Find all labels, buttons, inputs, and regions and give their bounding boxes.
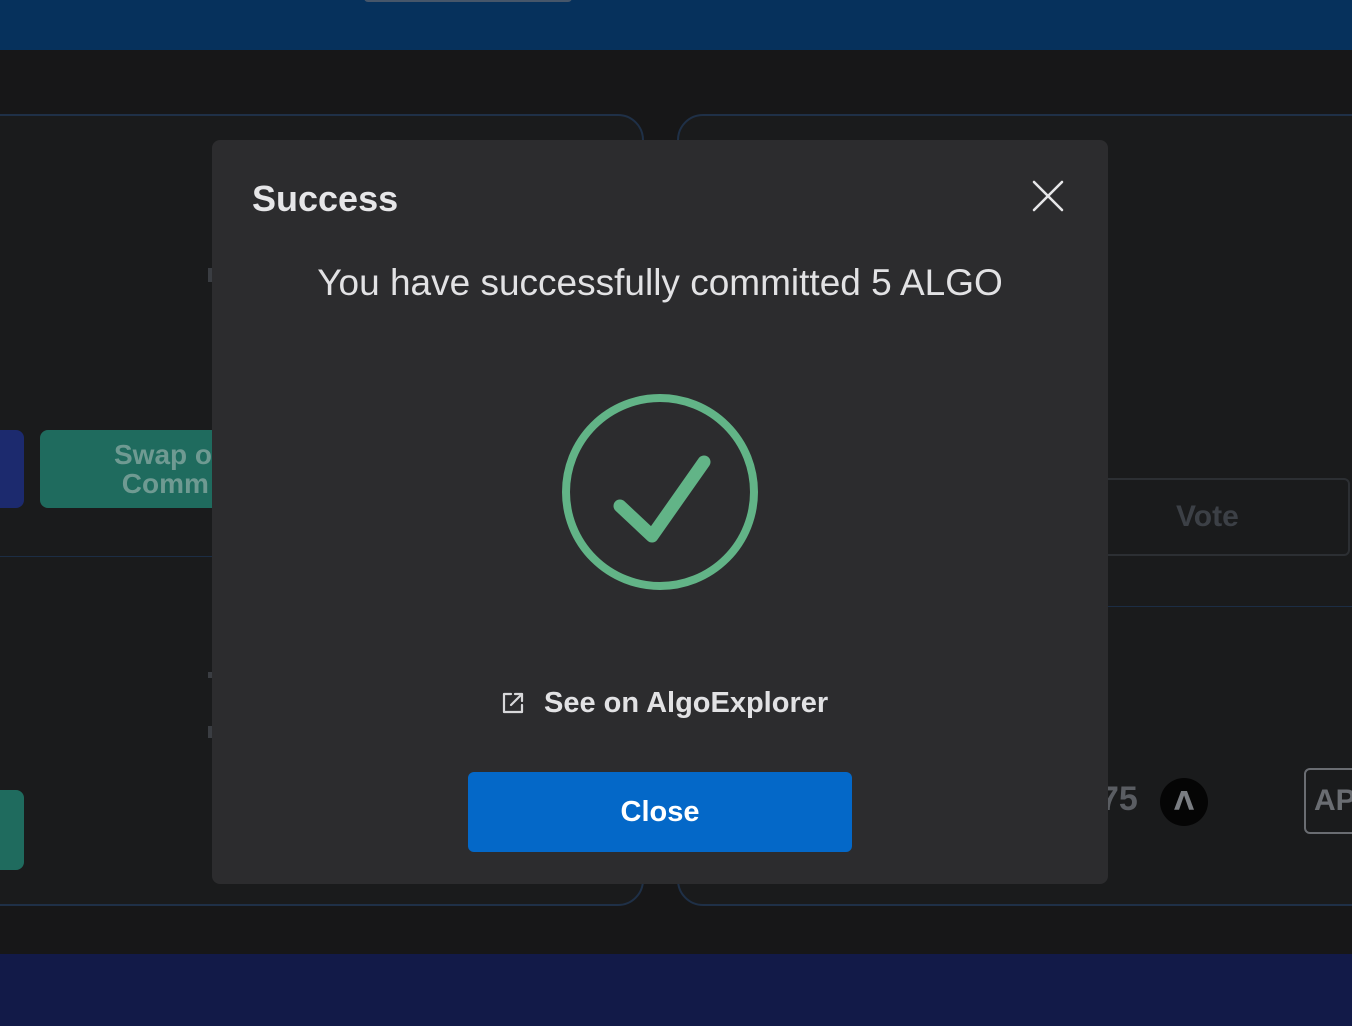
background-green-button [0,790,24,870]
success-message: You have successfully committed 5 ALGO [317,262,1003,303]
close-icon-graphic [1032,180,1064,212]
success-modal: Success You have successfully committed … [212,140,1108,884]
algo-logo-icon: Λ [1160,778,1208,826]
modal-title: Success [252,178,399,219]
background-ap-button: AP [1304,768,1352,834]
close-icon[interactable] [1028,176,1068,216]
background-blue-button [0,430,24,508]
header-pill [364,0,572,2]
header-bar [0,0,1352,50]
algoexplorer-link-label: See on AlgoExplorer [544,686,829,719]
app-screen: Swap o Comm Vote 75 Λ AP Success You hav… [0,0,1352,1026]
close-button[interactable]: Close [468,772,852,852]
external-link-icon [502,692,524,714]
footer-bar [0,954,1352,1026]
check-circle-icon [558,390,762,594]
algoexplorer-link[interactable]: See on AlgoExplorer [500,682,828,724]
